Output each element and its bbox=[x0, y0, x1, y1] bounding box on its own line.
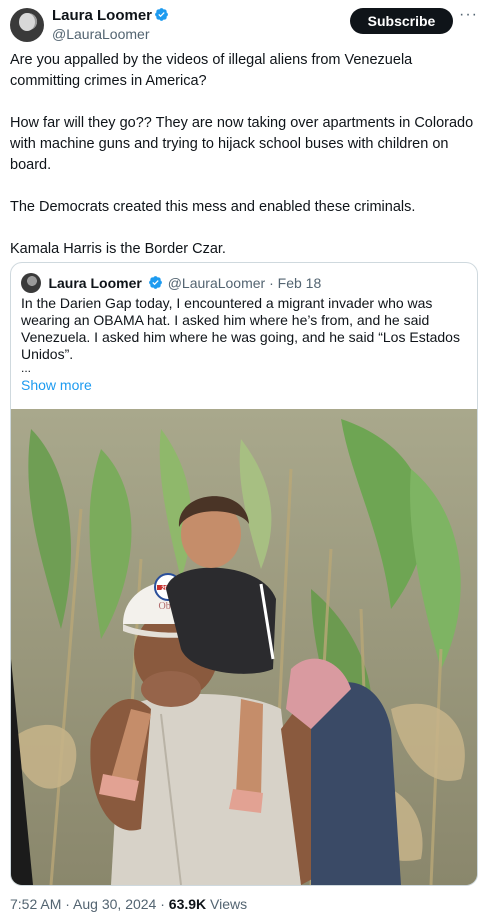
separator-dot: · bbox=[156, 896, 169, 912]
tweet-paragraph: The Democrats created this mess and enab… bbox=[10, 199, 416, 215]
quoted-tweet-header: Laura Loomer @LauraLoomer · Feb 18 bbox=[21, 273, 321, 293]
quoted-tweet-body: In the Darien Gap today, I encountered a… bbox=[21, 295, 460, 362]
more-options-icon[interactable]: ··· bbox=[459, 6, 478, 24]
tweet-text: Are you appalled by the videos of illega… bbox=[10, 50, 478, 260]
verified-badge-icon bbox=[149, 276, 163, 289]
verified-badge-icon bbox=[155, 8, 168, 21]
separator-dot: · bbox=[61, 896, 74, 912]
quoted-tweet-text: In the Darien Gap today, I encountered a… bbox=[21, 295, 469, 375]
quoted-tweet-photo[interactable]: 2012 Obama bbox=[11, 409, 477, 885]
tweet-date[interactable]: Aug 30, 2024 bbox=[73, 896, 156, 912]
author-avatar[interactable] bbox=[10, 8, 44, 42]
photo-illustration: 2012 Obama bbox=[11, 409, 477, 885]
quoted-tweet[interactable]: Laura Loomer @LauraLoomer · Feb 18 In th… bbox=[10, 262, 478, 886]
show-more-link[interactable]: Show more bbox=[21, 377, 92, 393]
quoted-author-handle: @LauraLoomer bbox=[167, 275, 266, 291]
subscribe-button[interactable]: Subscribe bbox=[350, 8, 453, 34]
quoted-author-avatar bbox=[21, 273, 41, 293]
author-block: Laura Loomer @LauraLoomer bbox=[52, 7, 169, 43]
tweet-paragraph: Kamala Harris is the Border Czar. bbox=[10, 241, 226, 257]
tweet-time[interactable]: 7:52 AM bbox=[10, 896, 61, 912]
tweet-footer: 7:52 AM · Aug 30, 2024 · 63.9K Views bbox=[10, 896, 247, 912]
tweet-paragraph: Are you appalled by the videos of illega… bbox=[10, 52, 413, 89]
author-handle[interactable]: @LauraLoomer bbox=[52, 25, 169, 43]
quoted-tweet-date: Feb 18 bbox=[277, 275, 322, 291]
views-label: Views bbox=[210, 896, 248, 912]
separator-dot: · bbox=[265, 275, 278, 291]
author-name[interactable]: Laura Loomer bbox=[52, 7, 152, 25]
quoted-tweet-ellipsis: ... bbox=[21, 361, 32, 375]
views-count: 63.9K bbox=[168, 896, 207, 912]
quoted-author-name: Laura Loomer bbox=[48, 275, 142, 291]
tweet-paragraph: How far will they go?? They are now taki… bbox=[10, 115, 474, 173]
tweet-header: Laura Loomer @LauraLoomer Subscribe ··· bbox=[10, 6, 480, 46]
